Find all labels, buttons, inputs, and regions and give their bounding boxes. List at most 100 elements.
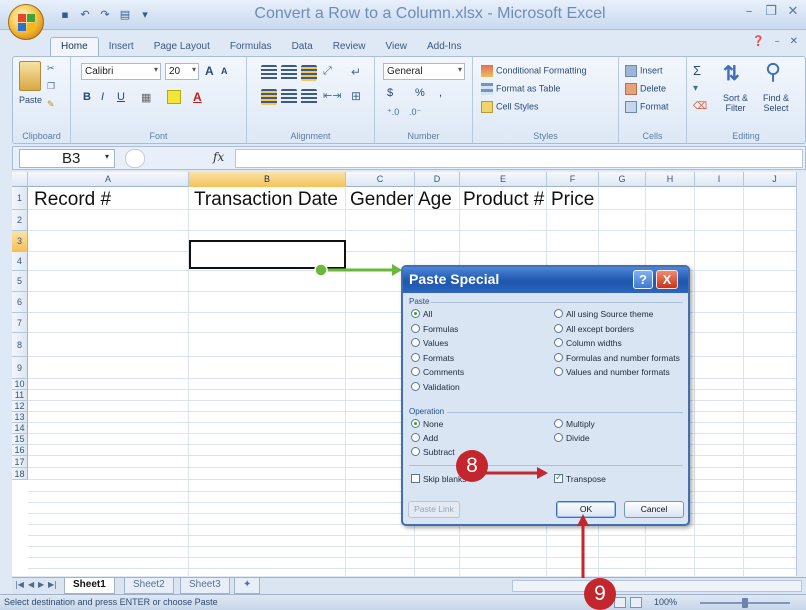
next-sheet-icon[interactable]: ▶ [38, 580, 44, 589]
save-icon[interactable]: ▪ [58, 8, 72, 22]
insert-function-button[interactable]: fx [213, 150, 224, 164]
bottom-align-icon[interactable] [301, 65, 317, 81]
column-header-e[interactable]: E [460, 172, 547, 187]
cell-styles-button[interactable]: Cell Styles [481, 101, 539, 113]
cell-b1[interactable]: Transaction Date [194, 189, 338, 211]
row-header-3[interactable]: 3 [12, 231, 28, 252]
row-header-18[interactable]: 18 [12, 468, 28, 480]
page-layout-view-icon[interactable] [630, 597, 642, 608]
option-none-radio[interactable]: None [411, 419, 443, 429]
option-all-except-borders-radio[interactable]: All except borders [554, 323, 634, 334]
orientation-icon[interactable]: ⤢ [323, 65, 332, 78]
undo-icon[interactable]: ↶ [78, 8, 92, 22]
tab-home[interactable]: Home [50, 37, 99, 56]
currency-button[interactable]: $ [387, 87, 393, 99]
cut-icon[interactable]: ✂ [47, 63, 55, 74]
option-multiply-radio[interactable]: Multiply [554, 419, 595, 429]
top-align-icon[interactable] [261, 65, 277, 81]
font-size-select[interactable]: 20 ▾ [165, 63, 199, 80]
sort-filter-icon[interactable]: ⇅ [723, 61, 740, 86]
align-left-icon[interactable] [261, 89, 277, 105]
tab-view[interactable]: View [375, 38, 417, 56]
horizontal-scrollbar[interactable] [512, 580, 802, 592]
tab-review[interactable]: Review [323, 38, 376, 56]
vertical-scrollbar[interactable] [796, 172, 806, 576]
insert-sheet-icon[interactable]: ✦ [234, 578, 261, 594]
row-header-4[interactable]: 4 [12, 252, 28, 271]
tab-insert[interactable]: Insert [99, 38, 144, 56]
active-cell-b3[interactable] [189, 240, 346, 269]
office-button[interactable] [8, 4, 44, 40]
sheet-tab-sheet3[interactable]: Sheet3 [180, 578, 230, 594]
row-header-15[interactable]: 15 [12, 434, 28, 445]
last-sheet-icon[interactable]: ▶| [48, 580, 57, 589]
borders-icon[interactable]: ▦ [141, 91, 151, 104]
name-box[interactable]: B3 [19, 149, 115, 168]
align-right-icon[interactable] [301, 89, 317, 105]
underline-button[interactable]: U [117, 91, 125, 103]
bold-button[interactable]: B [83, 91, 91, 103]
shrink-font-button[interactable]: A [221, 66, 228, 76]
sort-filter-button[interactable]: Sort & Filter [723, 93, 748, 113]
normal-view-icon[interactable] [614, 597, 626, 608]
fill-icon[interactable]: ▾ [693, 83, 698, 94]
tab-formulas[interactable]: Formulas [220, 38, 282, 56]
find-select-button[interactable]: Find & Select [763, 93, 789, 113]
column-header-a[interactable]: A [28, 172, 189, 187]
row-header-5[interactable]: 5 [12, 271, 28, 292]
option-comments-radio[interactable]: Comments [411, 367, 464, 377]
row-header-6[interactable]: 6 [12, 292, 28, 313]
font-color-icon[interactable]: A [193, 90, 202, 104]
copy-icon[interactable]: ❐ [47, 81, 55, 92]
column-header-b[interactable]: B [189, 172, 346, 187]
chevron-down-icon[interactable]: ▾ [105, 152, 109, 161]
delete-cells-button[interactable]: Delete [625, 83, 666, 95]
insert-cells-button[interactable]: Insert [625, 65, 663, 77]
sheet-tab-sheet1[interactable]: Sheet1 [64, 578, 115, 594]
format-cells-button[interactable]: Format [625, 101, 669, 113]
row-header-7[interactable]: 7 [12, 313, 28, 333]
ribbon-minimize-icon[interactable]: – [775, 36, 780, 47]
format-painter-icon[interactable]: ✎ [47, 99, 55, 110]
merge-center-icon[interactable]: ⊞ [351, 89, 361, 103]
option-validation-radio[interactable]: Validation [411, 381, 460, 392]
row-header-1[interactable]: 1 [12, 187, 28, 210]
cell-f1[interactable]: Price [551, 189, 594, 211]
fill-color-icon[interactable] [167, 90, 181, 104]
wrap-text-icon[interactable]: ↵ [351, 65, 361, 79]
decrease-decimal-icon[interactable]: .0⁻ [409, 107, 421, 118]
column-header-i[interactable]: I [695, 172, 744, 187]
option-formats-radio[interactable]: Formats [411, 352, 454, 363]
row-header-14[interactable]: 14 [12, 423, 28, 434]
paste-link-button[interactable]: Paste Link [408, 501, 460, 518]
cell-e1[interactable]: Product # [463, 189, 544, 211]
zoom-slider-thumb[interactable] [742, 598, 748, 608]
redo-icon[interactable]: ↷ [98, 8, 112, 22]
column-header-c[interactable]: C [346, 172, 415, 187]
paste-icon[interactable] [19, 61, 41, 91]
option-subtract-radio[interactable]: Subtract [411, 447, 455, 457]
dialog-help-button[interactable]: ? [633, 270, 653, 289]
grow-font-button[interactable]: A [205, 64, 214, 78]
column-header-f[interactable]: F [547, 172, 599, 187]
column-header-h[interactable]: H [646, 172, 695, 187]
row-header-13[interactable]: 13 [12, 412, 28, 423]
cell-a1[interactable]: Record # [34, 189, 111, 211]
help-icon[interactable]: ❓ [752, 36, 764, 47]
option-values-and-number-formats-radio[interactable]: Values and number formats [554, 367, 670, 377]
zoom-level[interactable]: 100% [654, 597, 677, 607]
minimize-icon[interactable]: – [742, 4, 756, 19]
cancel-button[interactable]: Cancel [624, 501, 684, 518]
transpose-checkbox[interactable]: Transpose [554, 472, 606, 484]
row-header-8[interactable]: 8 [12, 333, 28, 357]
row-header-9[interactable]: 9 [12, 357, 28, 379]
font-name-select[interactable]: Calibri ▾ [81, 63, 161, 80]
tab-add-ins[interactable]: Add-Ins [417, 38, 471, 56]
option-divide-radio[interactable]: Divide [554, 433, 590, 443]
row-header-2[interactable]: 2 [12, 210, 28, 231]
percent-button[interactable]: % [415, 87, 425, 99]
middle-align-icon[interactable] [281, 65, 297, 81]
row-header-17[interactable]: 17 [12, 456, 28, 468]
cell-c1[interactable]: Gender [350, 189, 413, 211]
clear-icon[interactable]: ⌫ [693, 101, 707, 112]
